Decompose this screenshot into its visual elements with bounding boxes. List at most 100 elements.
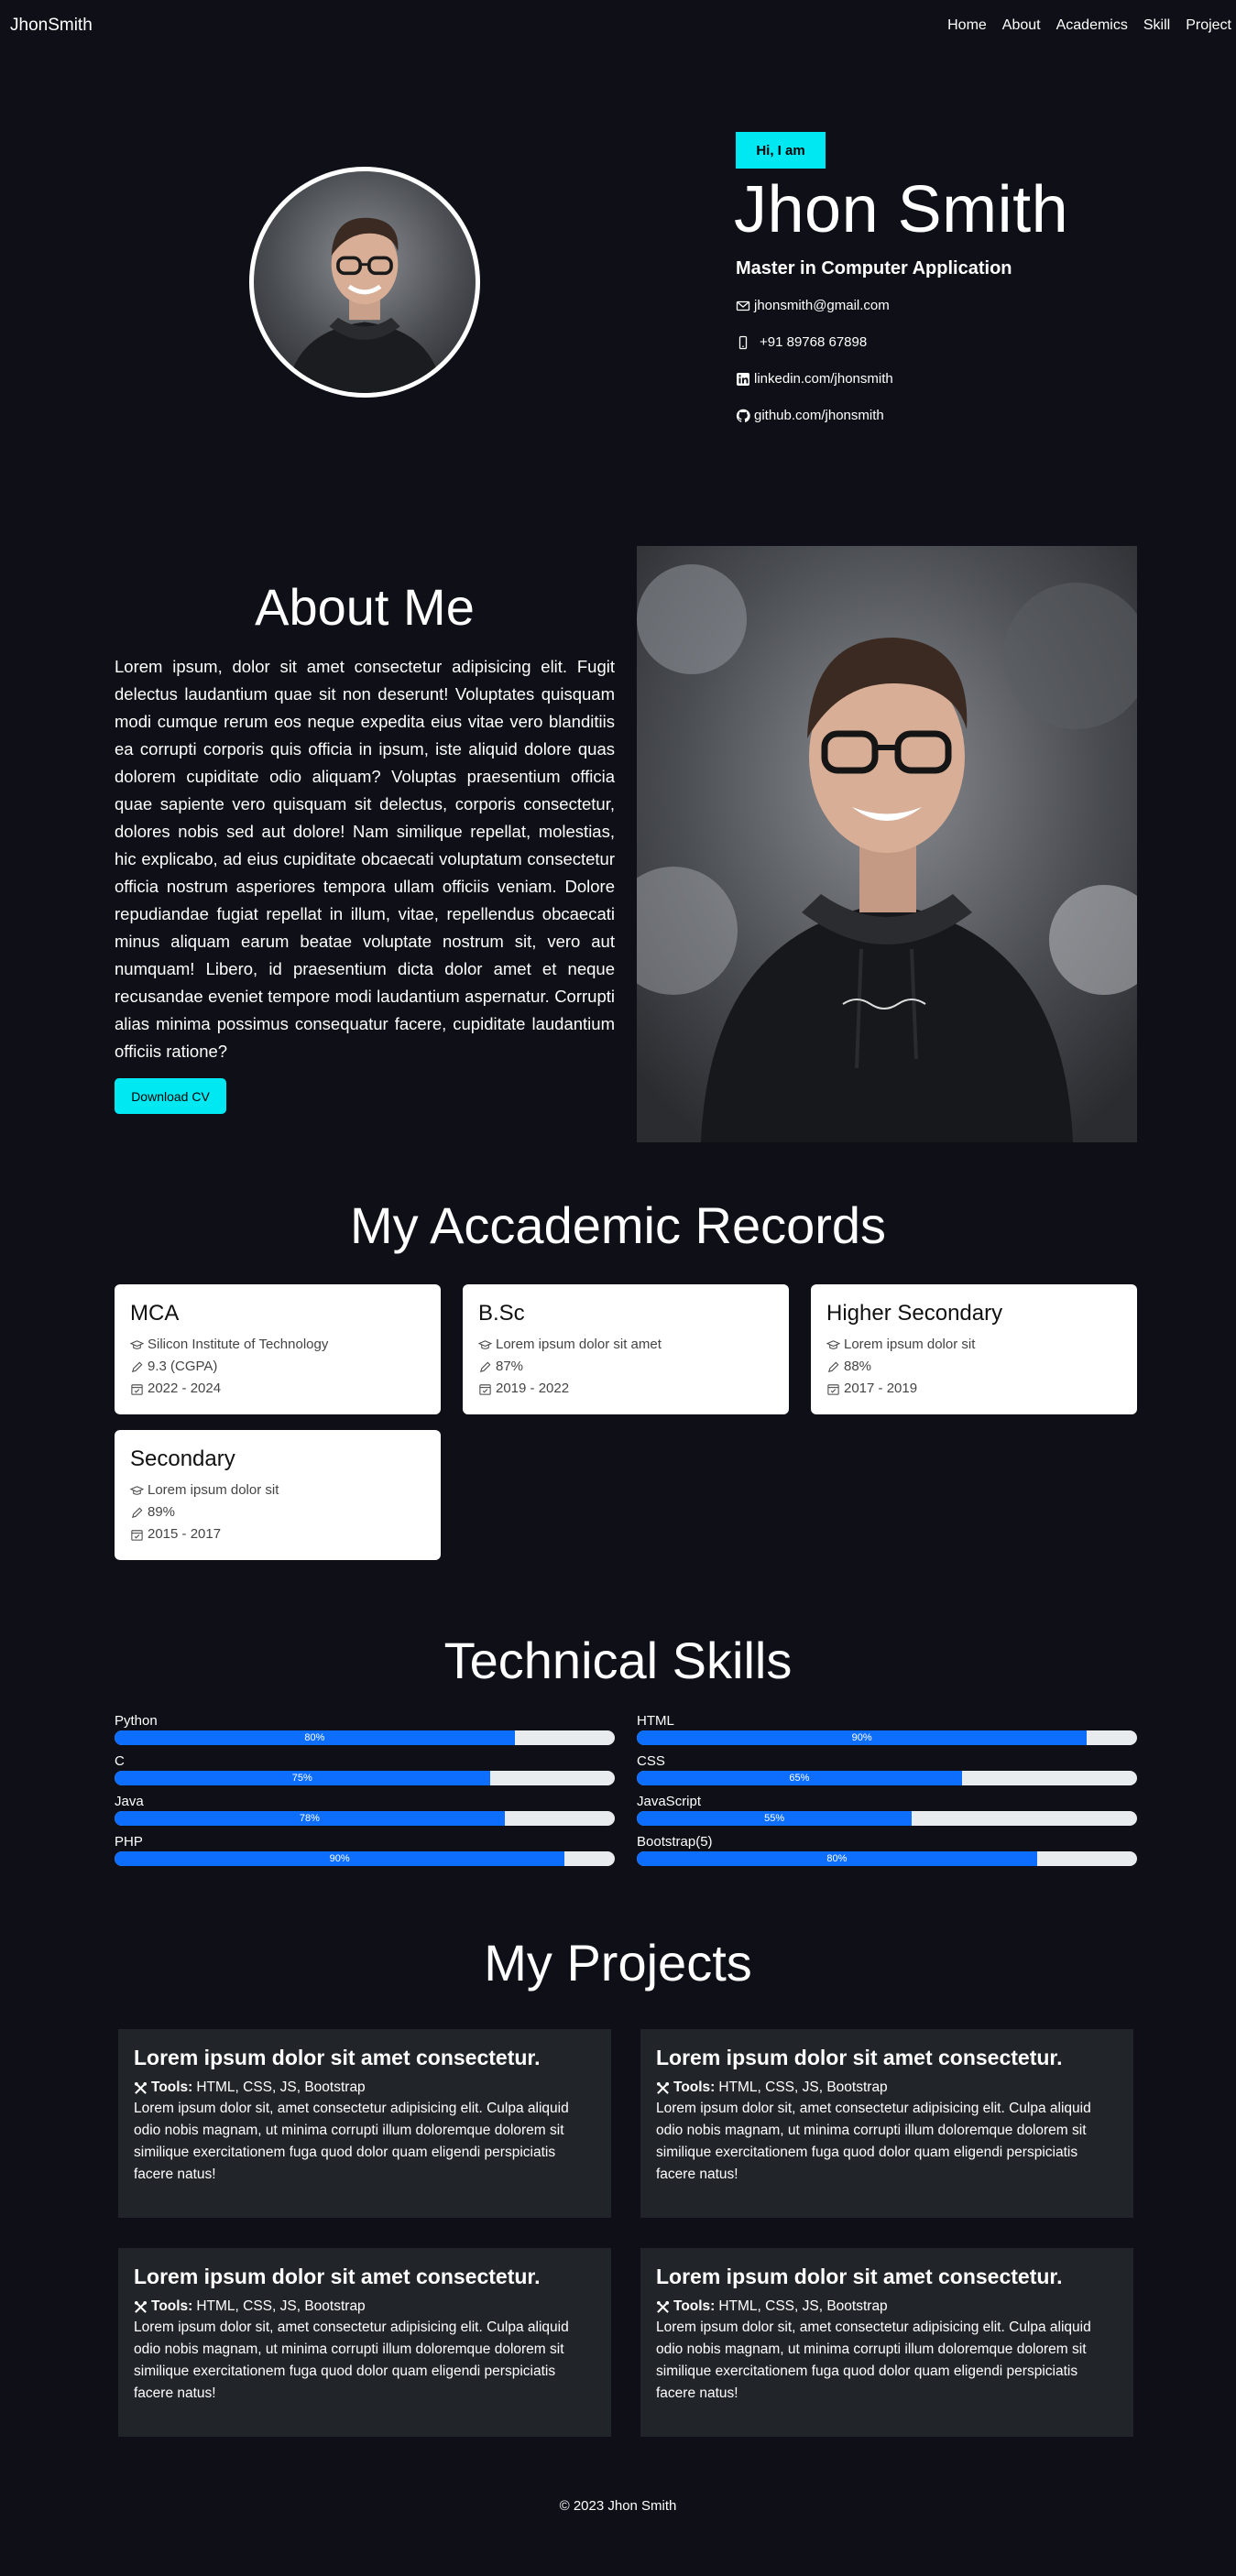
project-title: Lorem ipsum dolor sit amet consectetur. (656, 2046, 1063, 2069)
academic-card-school: Silicon Institute of Technology (148, 1337, 329, 1352)
calendar-icon (827, 1383, 839, 1395)
tools-label: Tools: (673, 2079, 716, 2095)
nav-link-skill[interactable]: Skill (1143, 17, 1170, 34)
project-tools: HTML, CSS, JS, Bootstrap (718, 2298, 888, 2314)
contact-linkedin[interactable]: linkedin.com/jhonsmith (736, 371, 893, 387)
academic-card-years: 2019 - 2022 (496, 1381, 570, 1396)
academic-card-score: 87% (496, 1359, 524, 1374)
contact-phone[interactable]: +91 89768 67898 (736, 334, 867, 350)
academic-card-title: MCA (130, 1301, 180, 1326)
profile-photo (254, 171, 476, 393)
skill-label: PHP (115, 1834, 143, 1850)
school-icon (478, 1339, 492, 1349)
tools-label: Tools: (673, 2298, 716, 2314)
academic-card-score: 9.3 (CGPA) (148, 1359, 218, 1374)
hero-degree: Master in Computer Application (736, 258, 1012, 278)
project-description: Lorem ipsum dolor sit, amet consectetur … (134, 2319, 569, 2401)
nav-link-about[interactable]: About (1002, 17, 1041, 34)
linkedin-icon (737, 372, 749, 386)
skill-javascript: JavaScript 55% (637, 1794, 1137, 1826)
envelope-icon (736, 300, 750, 311)
project-card[interactable]: Lorem ipsum dolor sit amet consectetur. … (640, 2248, 1133, 2437)
nav-link-home[interactable]: Home (947, 17, 987, 34)
nav-links: Home About Academics Skill Project (932, 17, 1231, 34)
tools-icon (134, 2081, 148, 2094)
calendar-icon (131, 1529, 143, 1541)
project-card[interactable]: Lorem ipsum dolor sit amet consectetur. … (640, 2029, 1133, 2218)
academic-card-school: Lorem ipsum dolor sit (844, 1337, 976, 1352)
academic-card-school: Lorem ipsum dolor sit (148, 1482, 279, 1498)
pencil-icon (132, 1507, 143, 1518)
skill-progress-fill: 75% (115, 1771, 490, 1785)
tools-icon (134, 2300, 148, 2313)
skill-python: Python 80% (115, 1713, 615, 1745)
skill-label: Bootstrap(5) (637, 1834, 713, 1850)
academic-card-title: B.Sc (478, 1301, 525, 1326)
pencil-icon (132, 1361, 143, 1372)
skill-progress-bar: 75% (115, 1771, 615, 1785)
calendar-icon (479, 1383, 491, 1395)
skill-progress-fill: 80% (637, 1851, 1037, 1866)
brand-logo[interactable]: JhonSmith (10, 16, 93, 36)
project-tools: HTML, CSS, JS, Bootstrap (196, 2079, 366, 2095)
school-icon (130, 1485, 144, 1495)
skill-progress-bar: 65% (637, 1771, 1137, 1785)
about-text: Lorem ipsum, dolor sit amet consectetur … (115, 657, 615, 1061)
project-title: Lorem ipsum dolor sit amet consectetur. (134, 2265, 541, 2288)
skill-progress-bar: 80% (115, 1730, 615, 1745)
nav-link-academics[interactable]: Academics (1056, 17, 1128, 34)
nav-link-project[interactable]: Project (1186, 17, 1231, 34)
academic-card-school: Lorem ipsum dolor sit amet (496, 1337, 662, 1352)
skill-progress-fill: 65% (637, 1771, 962, 1785)
avatar (249, 167, 480, 398)
skill-progress-fill: 80% (115, 1730, 515, 1745)
project-tools: HTML, CSS, JS, Bootstrap (718, 2079, 888, 2095)
academic-card-years: 2015 - 2017 (148, 1526, 222, 1542)
academic-card: B.Sc Lorem ipsum dolor sit amet 87% 2019… (463, 1284, 789, 1414)
academic-card-score: 89% (148, 1504, 176, 1520)
academic-card-score: 88% (844, 1359, 872, 1374)
skill-progress-bar: 55% (637, 1811, 1137, 1826)
linkedin-text: linkedin.com/jhonsmith (754, 371, 893, 387)
skill-progress-fill: 90% (115, 1851, 565, 1866)
skill-label: Java (115, 1794, 144, 1809)
skill-label: CSS (637, 1753, 665, 1769)
skills-title: Technical Skills (443, 1632, 793, 1689)
contact-github[interactable]: github.com/jhonsmith (736, 408, 884, 423)
project-card[interactable]: Lorem ipsum dolor sit amet consectetur. … (118, 2029, 611, 2218)
school-icon (826, 1339, 840, 1349)
skill-progress-bar: 78% (115, 1811, 615, 1826)
project-tools: HTML, CSS, JS, Bootstrap (196, 2298, 366, 2314)
academics-title: My Accademic Records (349, 1196, 887, 1254)
skill-label: C (115, 1753, 125, 1769)
skill-html: HTML 90% (637, 1713, 1137, 1745)
phone-text: +91 89768 67898 (760, 334, 868, 350)
contact-email[interactable]: jhonsmith@gmail.com (736, 298, 890, 313)
navbar: JhonSmith Home About Academics Skill Pro… (0, 0, 1236, 53)
phone-icon (738, 335, 748, 349)
skill-progress-fill: 90% (637, 1730, 1088, 1745)
tools-label: Tools: (151, 2298, 193, 2314)
skill-css: CSS 65% (637, 1753, 1137, 1785)
github-icon (736, 409, 750, 422)
download-cv-button[interactable]: Download CV (115, 1078, 226, 1114)
project-title: Lorem ipsum dolor sit amet consectetur. (134, 2046, 541, 2069)
project-card[interactable]: Lorem ipsum dolor sit amet consectetur. … (118, 2248, 611, 2437)
pencil-icon (828, 1361, 839, 1372)
github-text: github.com/jhonsmith (754, 408, 884, 423)
skill-progress-fill: 55% (637, 1811, 913, 1826)
academic-card: Secondary Lorem ipsum dolor sit 89% 2015… (115, 1430, 441, 1560)
project-description: Lorem ipsum dolor sit, amet consectetur … (134, 2101, 569, 2182)
academic-card-title: Higher Secondary (826, 1301, 1003, 1326)
academic-card-years: 2022 - 2024 (148, 1381, 222, 1396)
projects-title: My Projects (484, 1934, 752, 1992)
academic-card-years: 2017 - 2019 (844, 1381, 918, 1396)
skill-label: HTML (637, 1713, 674, 1729)
project-description: Lorem ipsum dolor sit, amet consectetur … (656, 2101, 1091, 2182)
about-title: About Me (255, 578, 475, 636)
skill-progress-bar: 80% (637, 1851, 1137, 1866)
tools-icon (656, 2081, 670, 2094)
tools-icon (656, 2300, 670, 2313)
skill-c: C 75% (115, 1753, 615, 1785)
skill-java: Java 78% (115, 1794, 615, 1826)
